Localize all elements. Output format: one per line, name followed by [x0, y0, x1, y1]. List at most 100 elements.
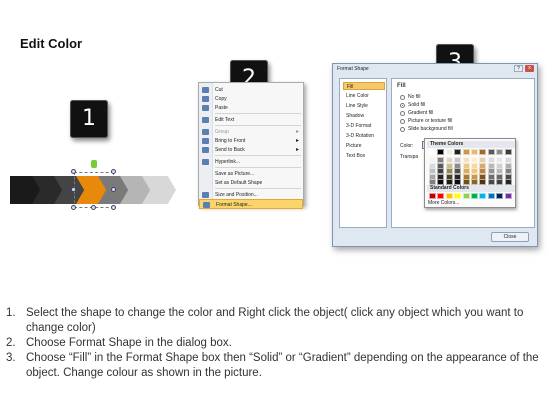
resize-handle[interactable] [111, 169, 116, 174]
help-button[interactable]: ? [514, 65, 523, 72]
format-shape-icon [203, 202, 210, 208]
resize-handle[interactable] [111, 187, 116, 192]
step-text: Choose “Fill” in the Format Shape box th… [26, 352, 539, 379]
step-text: Choose Format Shape in the dialog box. [26, 337, 232, 349]
theme-color-swatch[interactable] [479, 149, 487, 155]
menu-separator [215, 125, 301, 126]
menu-item-edit-text[interactable]: Edit Text [199, 115, 303, 125]
radio-solid-fill[interactable]: Solid fill [400, 101, 425, 109]
standard-color-swatch[interactable] [445, 193, 453, 199]
nav-item-3-d-rotation[interactable]: 3-D Rotation [343, 132, 385, 140]
close-button[interactable]: Close [491, 232, 529, 242]
resize-handle[interactable] [71, 205, 76, 210]
standard-color-swatch[interactable] [471, 193, 478, 199]
theme-color-swatch[interactable] [429, 149, 436, 155]
radio-gradient-fill[interactable]: Gradient fill [400, 109, 433, 117]
menu-item-format-shape[interactable]: Format Shape... [199, 199, 303, 209]
close-icon[interactable]: x [525, 65, 534, 72]
menu-item-label: Bring to Front [215, 138, 246, 144]
standard-color-row [429, 193, 513, 199]
menu-item-label: Copy [215, 96, 227, 102]
radio-button[interactable] [400, 127, 405, 132]
radio-no-fill[interactable]: No fill [400, 93, 421, 101]
theme-colors-header: Theme Colors [427, 141, 515, 148]
nav-item-line-color[interactable]: Line Color [343, 92, 385, 100]
standard-colors-header: Standard Colors [427, 185, 515, 192]
radio-picture-or-texture-fill[interactable]: Picture or texture fill [400, 117, 452, 125]
radio-label: No fill [408, 94, 421, 100]
step-number: 2. [6, 337, 16, 349]
radio-button[interactable] [400, 111, 405, 116]
standard-color-swatch[interactable] [462, 193, 470, 199]
step-number: 3. [6, 352, 16, 364]
theme-color-swatch[interactable] [454, 149, 462, 155]
menu-item-label: Cut [215, 87, 223, 93]
selection-box [74, 172, 114, 208]
step-text: Select the shape to change the color and… [26, 307, 524, 334]
menu-item-paste[interactable]: Paste [199, 103, 303, 113]
theme-color-swatch[interactable] [496, 149, 504, 155]
standard-color-swatch[interactable] [504, 193, 512, 199]
nav-item-text-box[interactable]: Text Box [343, 152, 385, 160]
menu-separator [215, 188, 301, 189]
more-colors-link[interactable]: More Colors... [428, 200, 459, 206]
nav-item-3-d-format[interactable]: 3-D Format [343, 122, 385, 130]
radio-button[interactable] [400, 103, 405, 108]
dialog-title: Format Shape [337, 66, 369, 72]
standard-color-swatch[interactable] [454, 193, 462, 199]
radio-button[interactable] [400, 95, 405, 100]
nav-item-picture[interactable]: Picture [343, 142, 385, 150]
standard-color-swatch[interactable] [496, 193, 504, 199]
instruction-step: 2. Choose Format Shape in the dialog box… [6, 336, 554, 351]
transparency-label: Transpa [400, 154, 419, 160]
bring-front-icon [202, 138, 209, 144]
step-number: 1. [6, 307, 16, 319]
rotation-handle[interactable] [91, 160, 97, 168]
standard-color-swatch[interactable] [437, 193, 445, 199]
standard-color-swatch[interactable] [429, 193, 436, 199]
panel-title: Fill [397, 83, 406, 89]
resize-handle[interactable] [71, 187, 76, 192]
theme-color-swatch[interactable] [487, 149, 495, 155]
theme-color-swatch[interactable] [462, 149, 470, 155]
resize-handle[interactable] [91, 205, 96, 210]
menu-item-set-as-default-shape[interactable]: Set as Default Shape [199, 178, 303, 188]
radio-button[interactable] [400, 119, 405, 124]
menu-separator [215, 113, 301, 114]
menu-item-label: Paste [215, 105, 228, 111]
step-badge-1: 1 [70, 100, 108, 138]
nav-item-line-style[interactable]: Line Style [343, 102, 385, 110]
instruction-step: 3. Choose “Fill” in the Format Shape box… [6, 351, 554, 381]
paste-icon [202, 105, 209, 111]
menu-item-label: Send to Back [215, 147, 245, 153]
menu-item-label: Save as Picture... [215, 171, 255, 177]
menu-item-label: Edit Text [215, 117, 235, 123]
send-back-icon [202, 147, 209, 153]
theme-color-swatch[interactable] [471, 149, 478, 155]
menu-item-label: Group [215, 129, 229, 135]
theme-color-swatch[interactable] [445, 149, 453, 155]
instruction-step: 1. Select the shape to change the color … [6, 306, 554, 336]
color-palette: Theme Colors Standard Colors More Colors… [424, 138, 516, 208]
nav-item-fill[interactable]: Fill [343, 82, 385, 90]
theme-color-swatch[interactable] [437, 149, 445, 155]
edit-text-icon [202, 117, 209, 123]
group-icon [202, 129, 209, 135]
resize-handle[interactable] [71, 169, 76, 174]
standard-color-swatch[interactable] [487, 193, 495, 199]
copy-icon [202, 96, 209, 102]
hyperlink-icon [202, 159, 209, 165]
menu-item-hyperlink[interactable]: Hyperlink... [199, 157, 303, 167]
nav-item-shadow[interactable]: Shadow [343, 112, 385, 120]
theme-color-swatch[interactable] [504, 149, 512, 155]
radio-label: Solid fill [408, 102, 426, 108]
submenu-arrow-icon: ▸ [295, 147, 299, 153]
standard-color-swatch[interactable] [479, 193, 487, 199]
dialog-nav-list: Fill Line Color Line Style Shadow 3-D Format… [339, 78, 387, 228]
radio-slide-background-fill[interactable]: Slide background fill [400, 125, 453, 133]
chevron-process-graphic [10, 160, 176, 210]
context-menu: Cut Copy Paste Edit Text Group ▸ Bring to Fron… [198, 82, 304, 209]
menu-item-send-to-back[interactable]: Send to Back ▸ [199, 145, 303, 155]
theme-color-grid [429, 149, 513, 186]
resize-handle[interactable] [111, 205, 116, 210]
